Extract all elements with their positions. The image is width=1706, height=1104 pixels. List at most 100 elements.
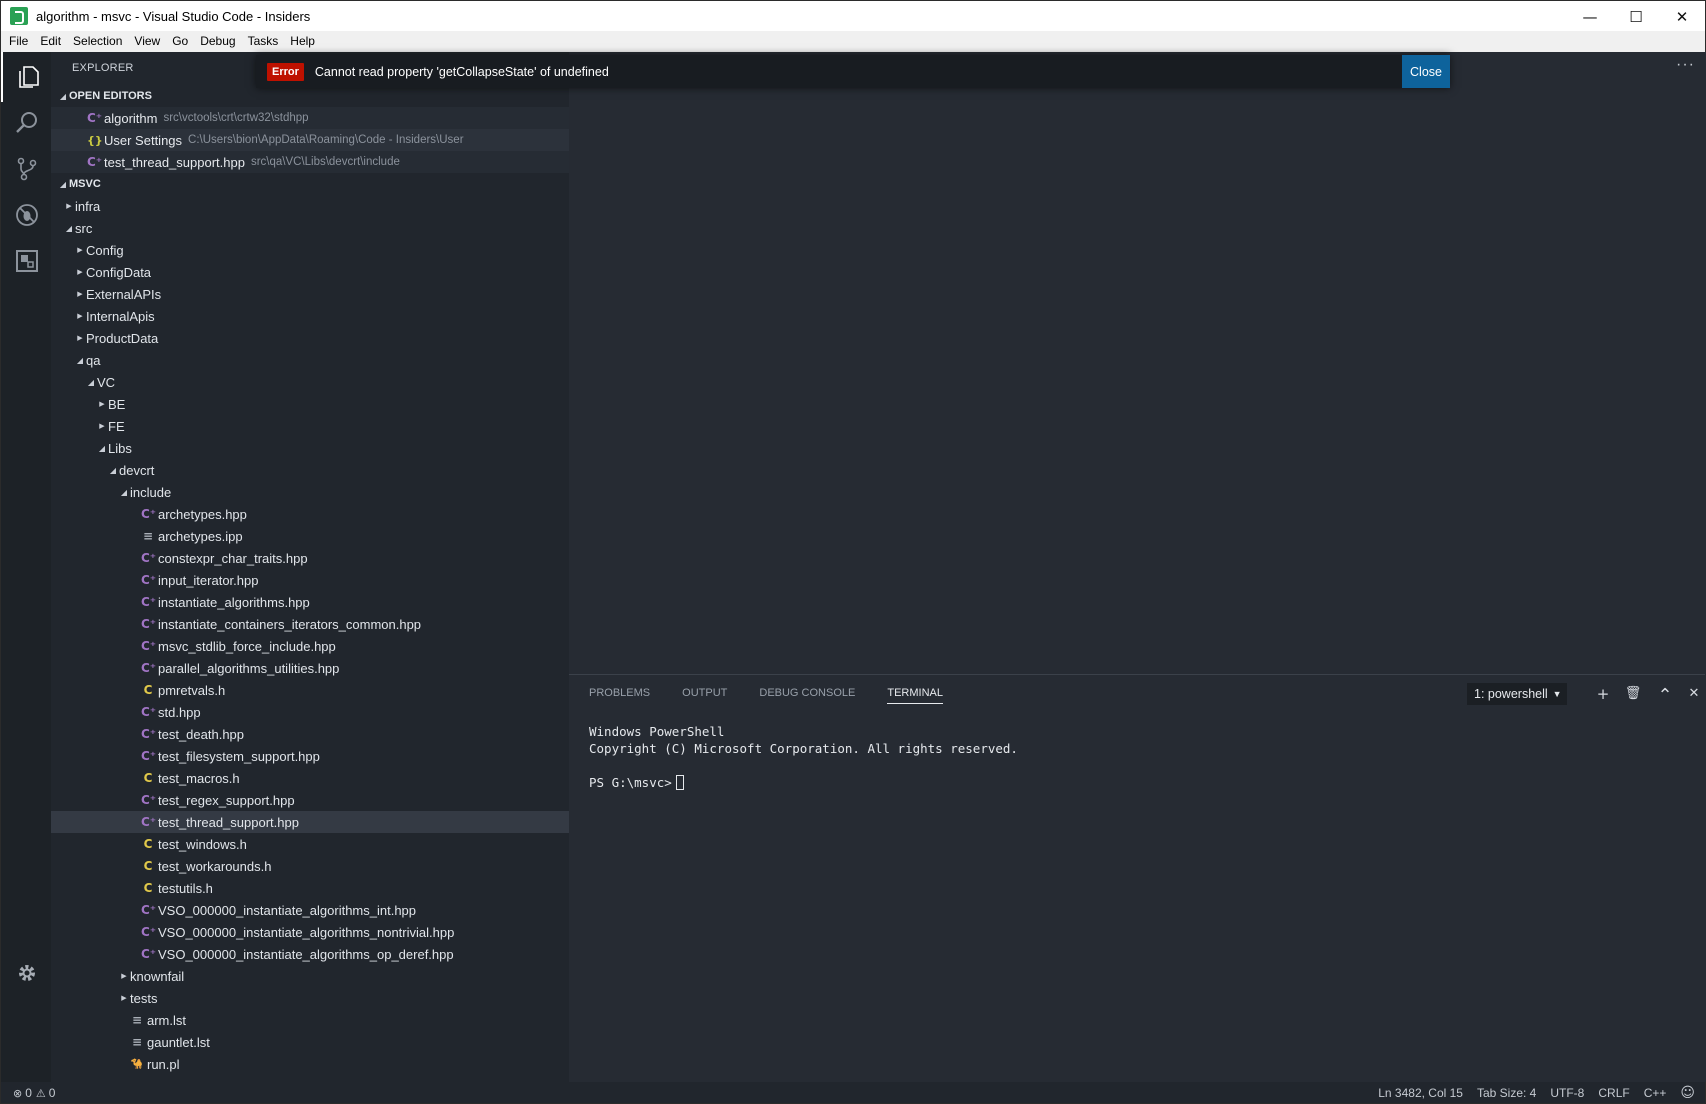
problems-indicator[interactable]: ⊗ 0 ⚠ 0	[13, 1082, 59, 1104]
end-of-line[interactable]: CRLF	[1598, 1086, 1629, 1100]
tree-file[interactable]: C⁺ test_death.hpp	[51, 723, 569, 745]
terminal-line: Windows PowerShell	[589, 724, 725, 739]
tab-debug-console[interactable]: Debug Console	[759, 687, 855, 704]
menu-debug[interactable]: Debug	[194, 31, 241, 52]
open-editors-header[interactable]: ◢ Open Editors	[51, 85, 569, 107]
tree-file[interactable]: C⁺ test_regex_support.hpp	[51, 789, 569, 811]
tree-item-label: test_macros.h	[158, 770, 240, 786]
debug-icon[interactable]	[1, 190, 52, 240]
collapsed-chevron-icon: ▶	[121, 972, 127, 980]
tree-file[interactable]: ≡ arm.lst	[51, 1009, 569, 1031]
kill-terminal-icon[interactable]: 🗑	[1623, 684, 1643, 704]
minimize-button[interactable]: —	[1567, 1, 1613, 32]
menu-edit[interactable]: Edit	[34, 31, 67, 52]
search-icon[interactable]	[1, 98, 52, 148]
tree-item-label: archetypes.hpp	[158, 506, 247, 522]
tree-item-label: InternalApis	[86, 308, 155, 324]
language-mode[interactable]: C++	[1644, 1086, 1667, 1100]
tree-folder[interactable]: ◢ VC	[51, 371, 569, 393]
tree-file[interactable]: C⁺ test_filesystem_support.hpp	[51, 745, 569, 767]
open-editor-item[interactable]: C⁺ test_thread_support.hpp src\qa\VC\Libs\…	[51, 151, 569, 173]
tab-terminal[interactable]: Terminal	[887, 687, 943, 704]
tree-folder[interactable]: ◢ qa	[51, 349, 569, 371]
tree-file[interactable]: C⁺ input_iterator.hpp	[51, 569, 569, 591]
menu-view[interactable]: View	[128, 31, 166, 52]
tab-problems[interactable]: Problems	[589, 687, 650, 704]
editor-area[interactable]: ···	[569, 52, 1705, 674]
tree-item-label: knownfail	[130, 968, 185, 984]
tree-item-label: VSO_000000_instantiate_algorithms_int.hp…	[158, 902, 417, 918]
tree-folder[interactable]: ▶ FE	[51, 415, 569, 437]
status-right: Ln 3482, Col 15 Tab Size: 4 UTF-8 CRLF C…	[1364, 1082, 1695, 1104]
tree-file[interactable]: C⁺ std.hpp	[51, 701, 569, 723]
tree-folder[interactable]: ◢ include	[51, 481, 569, 503]
tree-file[interactable]: C⁺ VSO_000000_instantiate_algorithms_nont…	[51, 921, 569, 943]
tree-folder[interactable]: ▶ tests	[51, 987, 569, 1009]
open-editor-name: test_thread_support.hpp	[104, 154, 245, 170]
tab-size[interactable]: Tab Size: 4	[1477, 1086, 1536, 1100]
tree-folder[interactable]: ▶ knownfail	[51, 965, 569, 987]
tree-file[interactable]: C⁺ VSO_000000_instantiate_algorithms_int.…	[51, 899, 569, 921]
tree-folder[interactable]: ▶ BE	[51, 393, 569, 415]
expanded-chevron-icon: ◢	[98, 443, 106, 453]
tree-folder[interactable]: ▶ ProductData	[51, 327, 569, 349]
tree-file[interactable]: Cpmretvals.h	[51, 679, 569, 701]
tree-folder[interactable]: ◢ devcrt	[51, 459, 569, 481]
open-editor-item[interactable]: C⁺ algorithm src\vctools\crt\crtw32\stdhpp	[51, 107, 569, 129]
tree-file[interactable]: ≡ gauntlet.lst	[51, 1031, 569, 1053]
tree-file[interactable]: C⁺ msvc_stdlib_force_include.hpp	[51, 635, 569, 657]
settings-gear-icon[interactable]	[1, 948, 52, 998]
tree-file[interactable]: ≡ archetypes.ipp	[51, 525, 569, 547]
tree-folder[interactable]: ▶ infra	[51, 195, 569, 217]
tree-file[interactable]: C⁺ instantiate_containers_iterators_commo…	[51, 613, 569, 635]
tree-file[interactable]: C⁺ test_thread_support.hpp	[51, 811, 569, 833]
tree-folder[interactable]: ▶ Config	[51, 239, 569, 261]
tree-file[interactable]: C⁺ constexpr_char_traits.hpp	[51, 547, 569, 569]
menu-help[interactable]: Help	[284, 31, 321, 52]
tree-item-label: include	[130, 484, 172, 500]
source-control-icon[interactable]	[1, 144, 52, 194]
menu-tasks[interactable]: Tasks	[242, 31, 285, 52]
tab-output[interactable]: Output	[682, 687, 727, 704]
tree-file[interactable]: C⁺ parallel_algorithms_utilities.hpp	[51, 657, 569, 679]
terminal-select[interactable]: 1: powershell ▼	[1467, 683, 1567, 705]
tree-file[interactable]: C⁺ archetypes.hpp	[51, 503, 569, 525]
new-terminal-icon[interactable]: +	[1593, 684, 1613, 704]
notification-close-button[interactable]: Close	[1402, 55, 1450, 88]
close-panel-icon[interactable]: ✕	[1684, 684, 1704, 704]
explorer-icon[interactable]	[1, 52, 52, 102]
tree-file[interactable]: C⁺ VSO_000000_instantiate_algorithms_op_d…	[51, 943, 569, 965]
menu-selection[interactable]: Selection	[67, 31, 128, 52]
terminal-output[interactable]: Windows PowerShell Copyright (C) Microsof…	[589, 723, 1018, 791]
menu-file[interactable]: File	[3, 31, 34, 52]
tree-file[interactable]: Ctest_windows.h	[51, 833, 569, 855]
tree-item-label: ProductData	[86, 330, 159, 346]
tree-file[interactable]: Ctest_workarounds.h	[51, 855, 569, 877]
feedback-smiley-icon[interactable]: ☺	[1680, 1085, 1695, 1101]
more-actions-icon[interactable]: ···	[1676, 56, 1695, 74]
explorer-sidebar: Explorer ◢ Open Editors C⁺ algorithm src\v…	[51, 52, 569, 1082]
maximize-button[interactable]: ☐	[1613, 1, 1659, 32]
cursor-position[interactable]: Ln 3482, Col 15	[1378, 1086, 1463, 1100]
error-circle-icon: ⊗	[13, 1086, 23, 1100]
encoding[interactable]: UTF-8	[1550, 1086, 1584, 1100]
menu-go[interactable]: Go	[166, 31, 194, 52]
workspace-header[interactable]: ◢ MSVC	[51, 173, 569, 195]
tree-folder[interactable]: ▶ ExternalAPIs	[51, 283, 569, 305]
tree-file[interactable]: 🐪 run.pl	[51, 1053, 569, 1075]
tree-folder[interactable]: ◢ src	[51, 217, 569, 239]
tree-folder[interactable]: ▶ InternalApis	[51, 305, 569, 327]
maximize-panel-icon[interactable]: ⌃	[1655, 684, 1675, 706]
menu-bar: File Edit Selection View Go Debug Tasks …	[0, 31, 1706, 52]
text-file-icon: ≡	[131, 1013, 143, 1027]
close-window-button[interactable]: ✕	[1659, 1, 1705, 32]
tree-item-label: VSO_000000_instantiate_algorithms_nontri…	[158, 924, 455, 940]
tree-item-label: qa	[86, 352, 101, 368]
open-editor-item[interactable]: {} User Settings C:\Users\bion\AppData\Roa…	[51, 129, 569, 151]
extensions-icon[interactable]	[1, 236, 52, 286]
tree-file[interactable]: Ctestutils.h	[51, 877, 569, 899]
tree-file[interactable]: Ctest_macros.h	[51, 767, 569, 789]
tree-folder[interactable]: ▶ ConfigData	[51, 261, 569, 283]
tree-folder[interactable]: ◢ Libs	[51, 437, 569, 459]
tree-file[interactable]: C⁺ instantiate_algorithms.hpp	[51, 591, 569, 613]
